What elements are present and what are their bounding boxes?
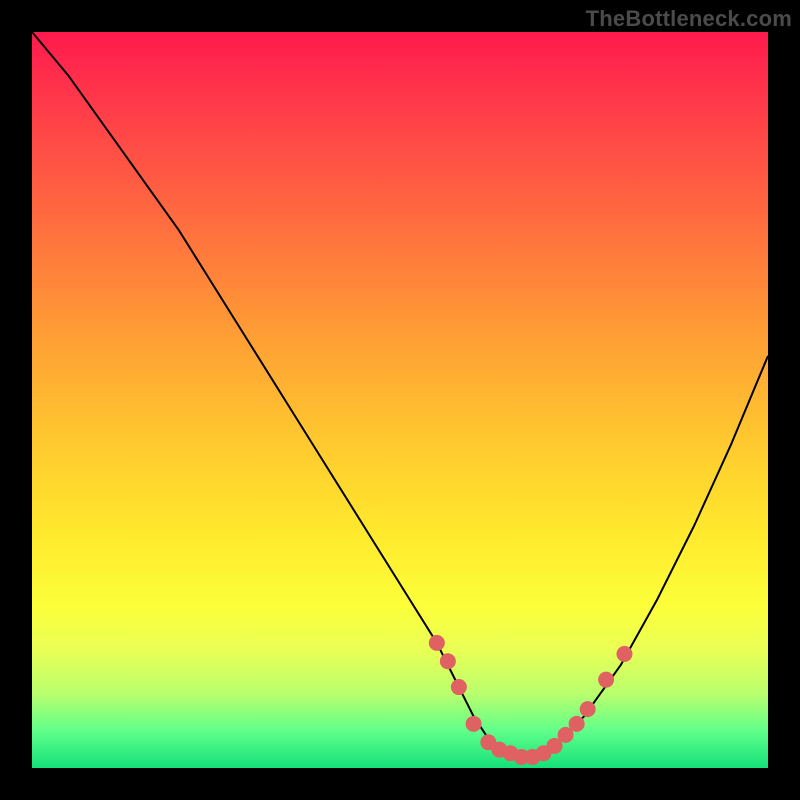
curve-marker-dot xyxy=(429,635,445,651)
chart-frame: TheBottleneck.com xyxy=(0,0,800,800)
curve-marker-dot xyxy=(466,716,482,732)
curve-marker-dot xyxy=(598,672,614,688)
curve-markers xyxy=(32,32,768,768)
curve-marker-dot xyxy=(569,716,585,732)
chart-plot-area xyxy=(32,32,768,768)
curve-marker-dot xyxy=(440,653,456,669)
curve-marker-dot xyxy=(580,701,596,717)
curve-marker-dot xyxy=(451,679,467,695)
watermark-text: TheBottleneck.com xyxy=(586,6,792,32)
curve-marker-dot xyxy=(616,646,632,662)
